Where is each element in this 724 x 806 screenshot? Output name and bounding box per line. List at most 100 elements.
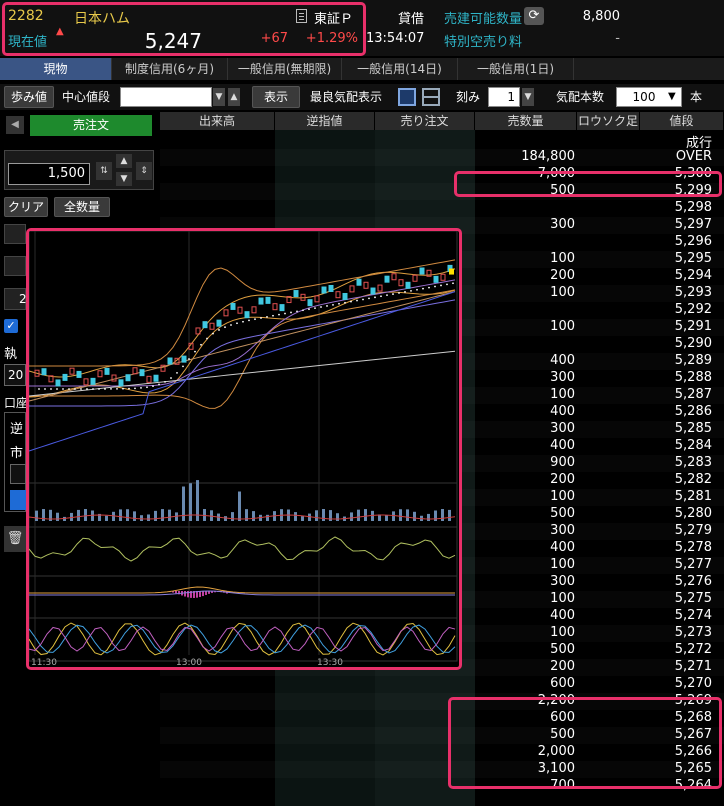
candle: [377, 284, 383, 292]
candle: [307, 299, 313, 307]
vwap-dot: [248, 319, 250, 322]
candle: [237, 306, 243, 314]
vwap-dot: [176, 371, 178, 374]
clear-button[interactable]: クリア: [4, 197, 48, 217]
vwap-dot: [362, 298, 364, 301]
vwap-dot: [434, 285, 436, 288]
quantity-adjust-icon[interactable]: ⇅: [96, 162, 112, 180]
price-cell: 5,299: [674, 183, 712, 198]
tab-ippan-14[interactable]: 一般信用(14日): [342, 58, 458, 80]
gyaku-button[interactable]: [10, 490, 26, 510]
price-cell: 5,300: [674, 166, 712, 181]
sell-qty-cell: 200: [550, 268, 575, 283]
quantity-max-icon[interactable]: ⇕: [136, 162, 152, 180]
depth-unit: 本: [690, 90, 703, 104]
tick-dropdown-icon[interactable]: ▼: [522, 88, 534, 106]
tab-ippan-1[interactable]: 一般信用(1日): [458, 58, 574, 80]
book-row[interactable]: 3,100 5,265: [160, 761, 724, 778]
macd-line: [29, 586, 455, 594]
stock-name[interactable]: 日本ハム: [74, 8, 130, 28]
show-button[interactable]: 表示: [252, 86, 300, 108]
vwap-dot: [44, 388, 46, 390]
intraday-chart-popup[interactable]: 11:30 13:00 13:30: [26, 228, 462, 670]
macd-histogram: [202, 591, 204, 597]
price-cell: 5,291: [674, 319, 712, 334]
candle: [230, 302, 236, 310]
trash-icon[interactable]: 🗑: [4, 526, 26, 552]
volume-bar: [126, 509, 129, 521]
sell-qty-cell: 184,800: [521, 149, 575, 164]
volume-bar: [133, 511, 136, 521]
book-row[interactable]: 184,800 OVER: [160, 149, 724, 166]
price-cell: 5,273: [674, 625, 712, 640]
price-cell: 5,269: [674, 693, 712, 708]
current-price-label: 現在値: [8, 35, 48, 50]
document-icon[interactable]: [296, 9, 307, 23]
sell-qty-cell: 100: [550, 251, 575, 266]
book-row[interactable]: 600 5,268: [160, 710, 724, 727]
vwap-dot: [314, 307, 316, 310]
sell-qty-cell: 700: [550, 778, 575, 793]
price-field[interactable]: 2: [4, 288, 27, 310]
book-row[interactable]: 成行: [160, 132, 724, 151]
book-row[interactable]: 500 5,267: [160, 727, 724, 744]
sell-qty-cell: 400: [550, 353, 575, 368]
book-row[interactable]: 2,200 5,269: [160, 693, 724, 710]
book-row[interactable]: 7,000 5,300: [160, 166, 724, 183]
vwap-dot: [74, 388, 76, 390]
tab-genbutsu[interactable]: 現物: [0, 58, 112, 80]
depth-dropdown-icon[interactable]: ▼: [668, 91, 676, 102]
sell-qty-cell: 3,100: [537, 761, 575, 776]
price-type-button[interactable]: [4, 224, 26, 244]
candle: [139, 369, 145, 377]
price-input-ghost[interactable]: [4, 256, 26, 276]
quantity-up-icon[interactable]: ▲: [116, 154, 132, 168]
volume-bar: [105, 515, 108, 521]
sell-qty-cell: 300: [550, 217, 575, 232]
volume-bar: [357, 509, 360, 521]
all-quantity-button[interactable]: 全数量: [54, 197, 110, 217]
price-cell: 5,292: [674, 302, 712, 317]
sell-qty-cell: 500: [550, 506, 575, 521]
price-cell: 5,286: [674, 404, 712, 419]
refresh-icon[interactable]: ⟳: [524, 7, 544, 25]
book-row[interactable]: 600 5,270: [160, 676, 724, 693]
vwap-dot: [380, 295, 382, 298]
volume-bar: [70, 512, 73, 521]
center-price-input[interactable]: [120, 87, 212, 107]
col-candle: ロウソク足: [577, 112, 640, 130]
exec-field[interactable]: 20: [4, 364, 26, 386]
split-layout-icon[interactable]: [422, 88, 440, 106]
quantity-input[interactable]: 1,500: [8, 163, 90, 185]
center-price-dropdown-icon[interactable]: ▼: [213, 88, 225, 106]
candle: [223, 309, 229, 317]
sell-order-button[interactable]: 売注文: [30, 115, 152, 136]
gyaku-input[interactable]: [10, 464, 26, 484]
tab-seido-shinyo[interactable]: 制度信用(6ヶ月): [112, 58, 228, 80]
single-layout-icon[interactable]: [398, 88, 416, 106]
candle: [272, 303, 278, 311]
book-row[interactable]: 2,000 5,266: [160, 744, 724, 761]
center-price-up-icon[interactable]: ▲: [228, 88, 240, 106]
ayumine-button[interactable]: 歩み値: [4, 86, 54, 108]
candle: [321, 286, 327, 294]
checkbox-checked[interactable]: ✓: [4, 319, 18, 333]
collapse-panel-icon[interactable]: ◀: [6, 116, 24, 134]
candle: [335, 291, 341, 299]
tick-input[interactable]: 1: [488, 87, 520, 107]
book-row[interactable]: 700 5,264: [160, 778, 724, 795]
vwap-dot: [122, 387, 124, 390]
volume-bar: [147, 514, 150, 521]
price-cell: 5,289: [674, 353, 712, 368]
vwap-dot: [254, 318, 256, 321]
tab-ippan-mukigen[interactable]: 一般信用(無期限): [228, 58, 342, 80]
tab-bar: 現物 制度信用(6ヶ月) 一般信用(無期限) 一般信用(14日) 一般信用(1日…: [0, 58, 724, 80]
book-row[interactable]: 500 5,299: [160, 183, 724, 200]
volume-bar: [252, 511, 255, 521]
quantity-down-icon[interactable]: ▼: [116, 172, 132, 186]
book-row[interactable]: 5,298: [160, 200, 724, 217]
vwap-dot: [224, 326, 226, 329]
candle: [314, 295, 320, 303]
volume-bar: [350, 512, 353, 521]
candle: [62, 373, 68, 381]
